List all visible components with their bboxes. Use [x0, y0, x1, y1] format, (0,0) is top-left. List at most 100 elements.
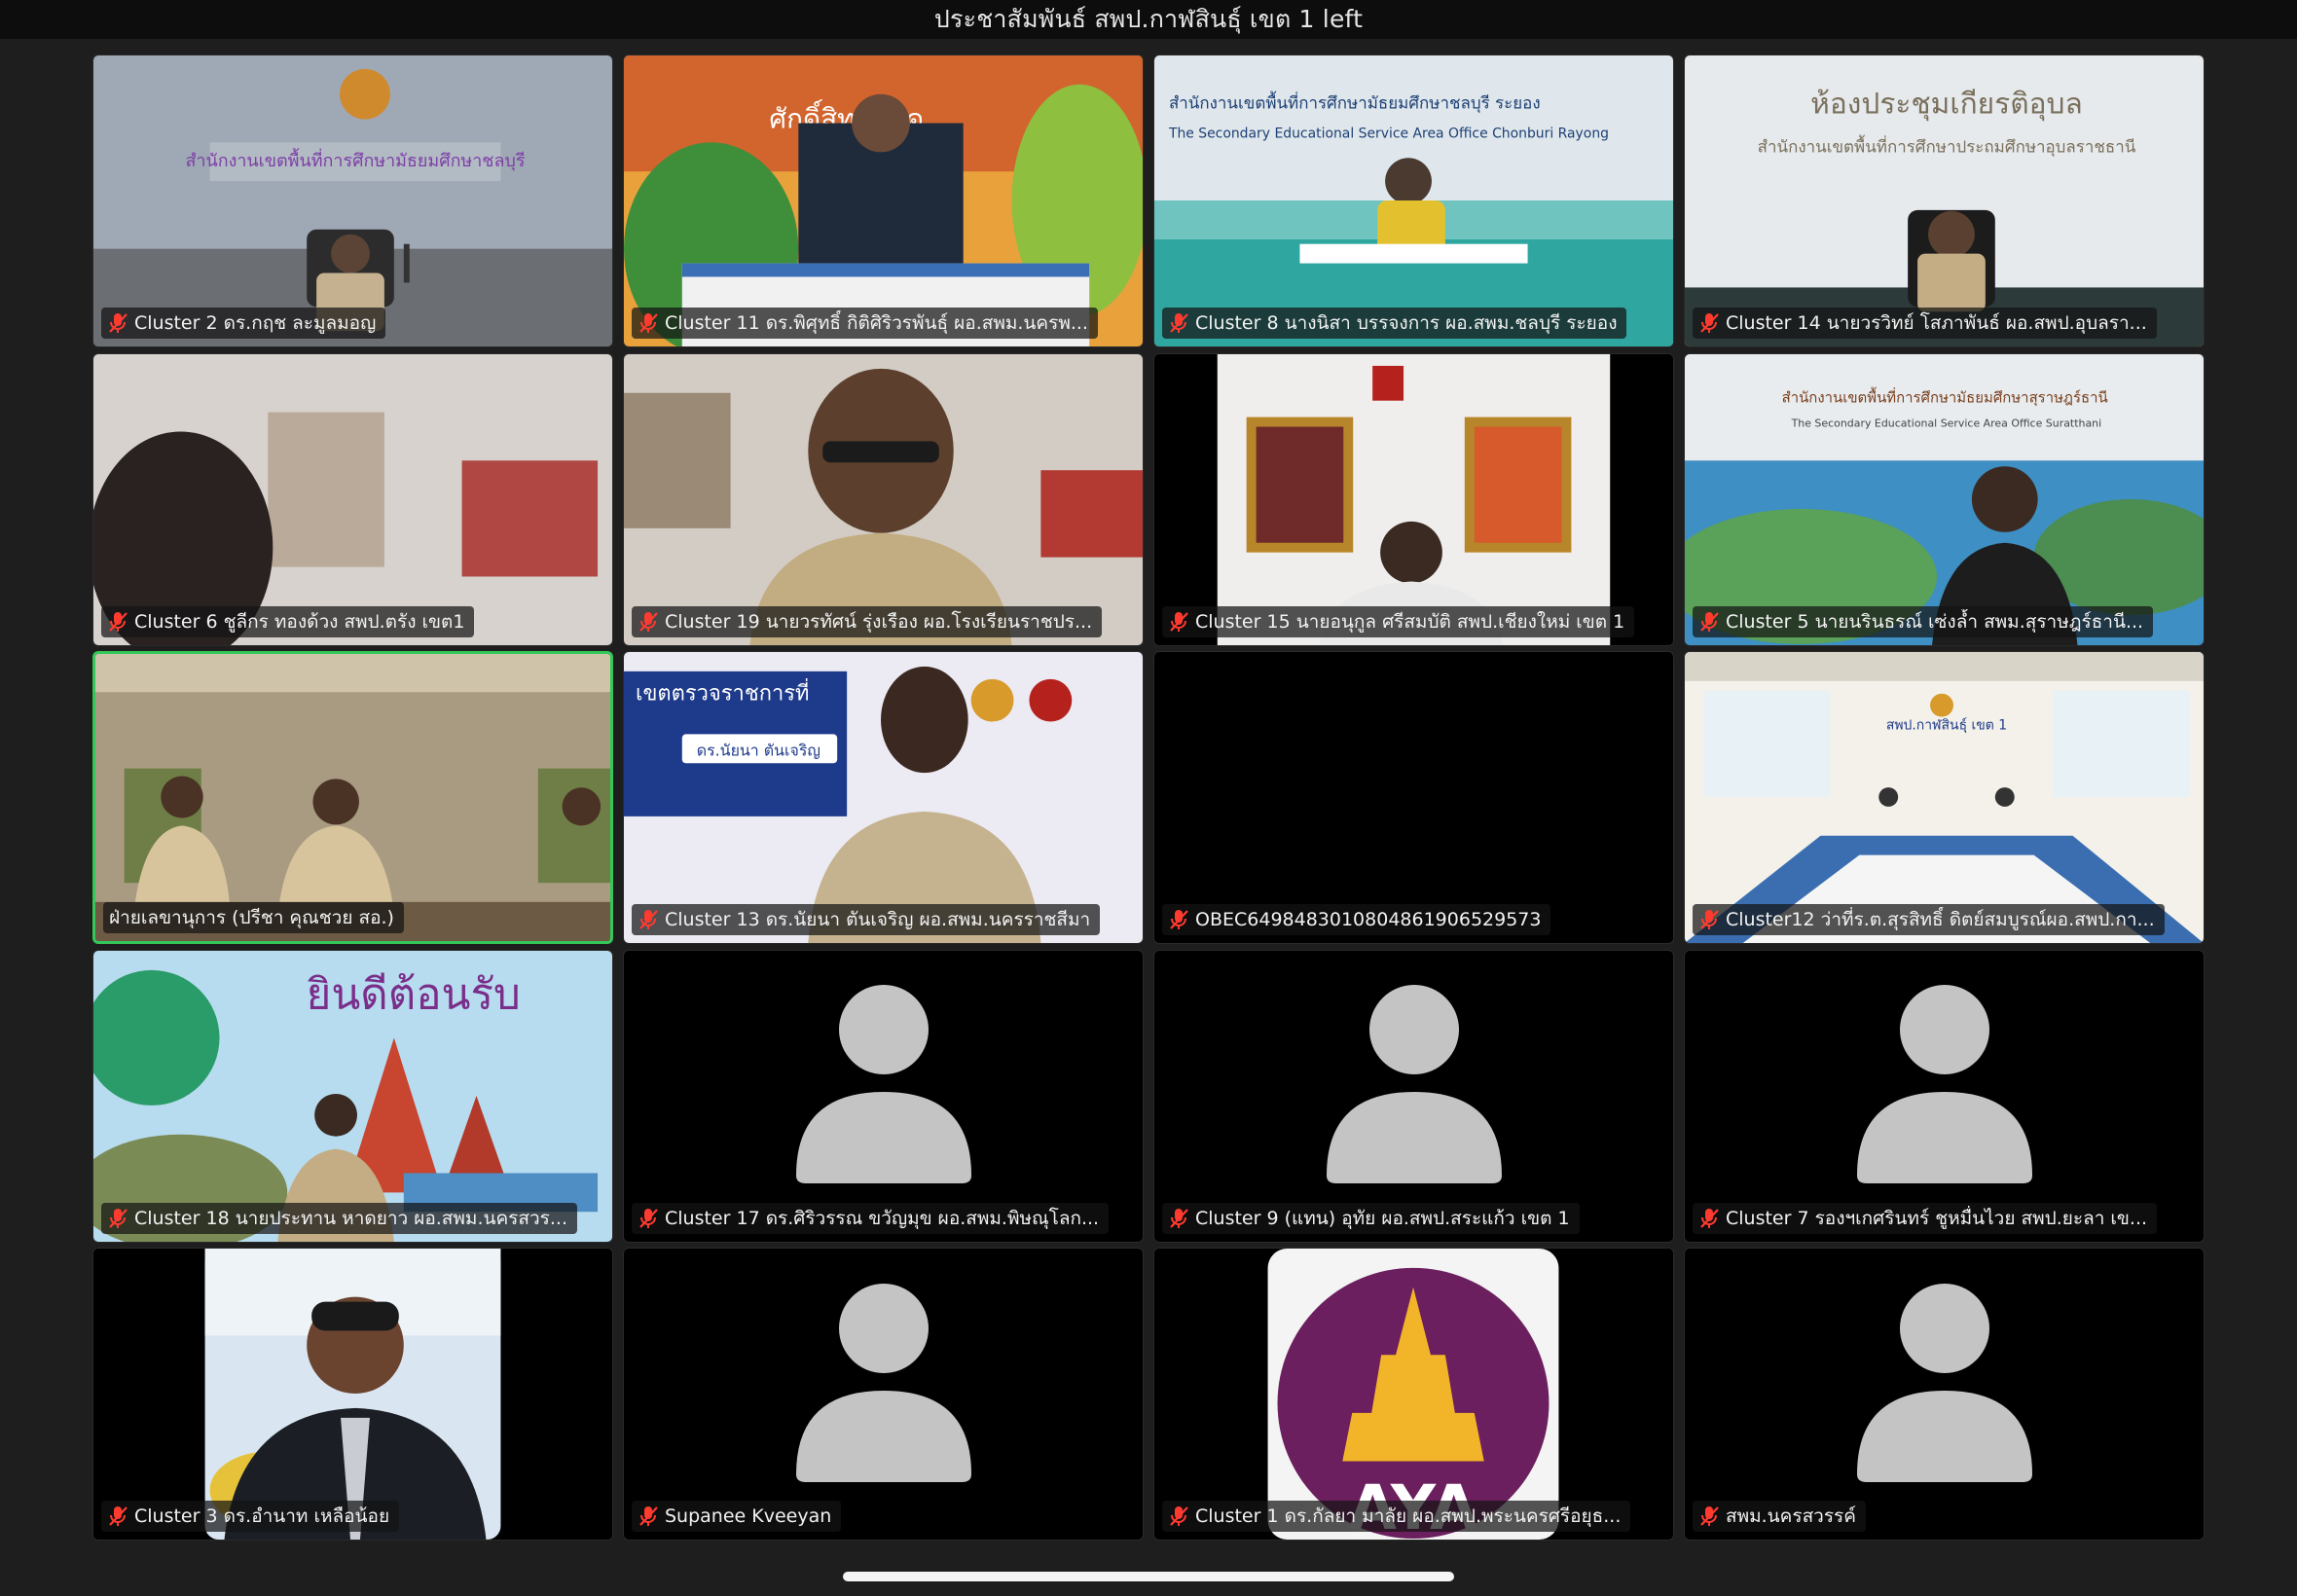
video-feed: AYA	[1154, 1249, 1673, 1540]
participant-name: Cluster 8 นางนิสา บรรจงการ ผอ.สพม.ชลบุรี…	[1195, 312, 1618, 334]
participant-name: Cluster 7 รองฯเกศรินทร์ ชูหมื่นไวย สพป.ย…	[1726, 1207, 2148, 1229]
mic-muted-icon	[639, 611, 658, 632]
video-feed: สำนักงานเขตพื้นที่การศึกษามัธยมศึกษาสุรา…	[1685, 353, 2204, 645]
mic-muted-icon	[1700, 611, 1719, 632]
video-feed: ยินดีต้อนรับ	[93, 950, 612, 1242]
bg-sign-text: สำนักงานเขตพื้นที่การศึกษามัธยมศึกษาชลบุ…	[186, 148, 526, 171]
participant-tile[interactable]: Cluster 19 นายวรทัศน์ รุ่งเรือง ผอ.โรงเร…	[623, 352, 1144, 646]
video-feed: ศักดิ์สิทธิ์ที่สุด	[624, 55, 1143, 346]
bg-sign-text-sub: สำนักงานเขตพื้นที่การศึกษาประถมศึกษาอุบล…	[1758, 134, 2136, 157]
participant-tile[interactable]: ยินดีต้อนรับ Cluster 18 นายประทาน หาดยาว…	[92, 949, 613, 1243]
participant-name-badge: Cluster12 ว่าที่ร.ต.สุรสิทธิ์ ดิตย์สมบูร…	[1693, 904, 2165, 935]
participant-name: Cluster 17 ดร.ศิริวรรณ ขวัญมุข ผอ.สพม.พิ…	[665, 1207, 1100, 1229]
video-feed	[1154, 353, 1673, 645]
participant-name: Cluster 5 นายนรินธรณ์ เซ่งล้ำ สพม.สุราษฎ…	[1726, 610, 2144, 633]
participant-tile[interactable]: สพป.กาฬสินธุ์ เขต 1 Cluster12 ว่าที่ร.ต.…	[1684, 651, 2205, 944]
participant-name-badge: Cluster 19 นายวรทัศน์ รุ่งเรือง ผอ.โรงเร…	[632, 605, 1103, 637]
participant-name-badge: Cluster 9 (แทน) อุทัย ผอ.สพป.สระแก้ว เขต…	[1162, 1202, 1580, 1234]
bg-sign-text-en: The Secondary Educational Service Area O…	[1168, 126, 1609, 141]
video-feed	[95, 654, 610, 941]
participant-name-badge: Cluster 7 รองฯเกศรินทร์ ชูหมื่นไวย สพป.ย…	[1693, 1202, 2158, 1234]
mic-muted-icon	[1700, 313, 1719, 333]
mic-muted-icon	[639, 1506, 658, 1526]
participant-tile[interactable]: Cluster 6 ชูลีกร ทองด้วง สพป.ตรัง เขต1	[92, 352, 613, 646]
participant-name: Cluster 11 ดร.พิศุทธิ์ กิติศิริวรพันธุ์ …	[665, 312, 1088, 334]
mic-muted-icon	[1170, 910, 1188, 929]
mic-muted-icon	[639, 313, 658, 333]
participant-name: OBEC6498483010804861906529573	[1195, 909, 1542, 930]
participant-name: Supanee Kveeyan	[665, 1505, 832, 1527]
mic-muted-icon	[109, 611, 128, 632]
participant-name-badge: Cluster 1 ดร.กัลยา มาลัย ผอ.สพป.พระนครศร…	[1162, 1501, 1631, 1532]
participant-tile-no-video[interactable]: Cluster 7 รองฯเกศรินทร์ ชูหมื่นไวย สพป.ย…	[1684, 949, 2205, 1243]
participant-name-badge: Cluster 8 นางนิสา บรรจงการ ผอ.สพม.ชลบุรี…	[1162, 308, 1627, 339]
participant-name: Cluster 6 ชูลีกร ทองด้วง สพป.ตรัง เขต1	[134, 610, 465, 633]
bg-sign-text: สำนักงานเขตพื้นที่การศึกษามัธยมศึกษาสุรา…	[1782, 386, 2108, 406]
participant-name: Cluster 18 นายประทาน หาดยาว ผอ.สพม.นครสว…	[134, 1207, 567, 1229]
participant-name-badge: Cluster 15 นายอนุกูล ศรีสมบัติ สพป.เชียง…	[1162, 605, 1635, 637]
home-indicator[interactable]	[843, 1572, 1454, 1581]
video-feed: สำนักงานเขตพื้นที่การศึกษามัธยมศึกษาชลบุ…	[1154, 55, 1673, 346]
mic-muted-icon	[109, 313, 128, 333]
participant-name: สพม.นครสวรรค์	[1726, 1505, 1856, 1527]
person-placeholder-icon	[1326, 985, 1502, 1184]
bg-banner-text: เขตตรวจราชการที่	[636, 679, 810, 707]
video-feed: เขตตรวจราชการที่ ดร.นัยนา ตันเจริญ	[624, 652, 1143, 943]
bg-sign-text: ห้องประชุมเกียรติอุบล	[1810, 88, 2083, 122]
mic-muted-icon	[1700, 1506, 1719, 1526]
mic-muted-icon	[639, 910, 658, 929]
participant-tile[interactable]: Cluster 15 นายอนุกูล ศรีสมบัติ สพป.เชียง…	[1153, 352, 1674, 646]
video-feed: สพป.กาฬสินธุ์ เขต 1	[1685, 652, 2204, 943]
video-feed: สำนักงานเขตพื้นที่การศึกษามัธยมศึกษาชลบุ…	[93, 55, 612, 346]
participant-tile[interactable]: ห้องประชุมเกียรติอุบล สำนักงานเขตพื้นที่…	[1684, 54, 2205, 347]
participant-name-badge: Cluster 6 ชูลีกร ทองด้วง สพป.ตรัง เขต1	[101, 605, 475, 637]
participant-tile-active-speaker[interactable]: ฝ่ายเลขานุการ (ปรีชา คุณชวย สอ.)	[92, 651, 613, 944]
mic-muted-icon	[1700, 910, 1719, 929]
mic-muted-icon	[1170, 313, 1188, 333]
mic-muted-icon	[109, 1208, 128, 1228]
video-feed	[624, 353, 1143, 645]
bg-banner-name: ดร.นัยนา ตันเจริญ	[697, 741, 820, 759]
participant-name-badge: OBEC6498483010804861906529573	[1162, 904, 1551, 935]
mic-muted-icon	[639, 1208, 658, 1228]
participant-tile[interactable]: สำนักงานเขตพื้นที่การศึกษามัธยมศึกษาชลบุ…	[92, 54, 613, 347]
participant-name-badge: Supanee Kveeyan	[632, 1501, 842, 1532]
participant-name-badge: Cluster 2 ดร.กฤช ละมูลมอญ	[101, 308, 386, 339]
bg-sign-text-en: The Secondary Educational Service Area O…	[1791, 417, 2102, 429]
participant-name: Cluster 1 ดร.กัลยา มาลัย ผอ.สพป.พระนครศร…	[1195, 1505, 1622, 1527]
participant-tile[interactable]: สำนักงานเขตพื้นที่การศึกษามัธยมศึกษาชลบุ…	[1153, 54, 1674, 347]
video-feed	[93, 1249, 612, 1540]
participant-tile[interactable]: สำนักงานเขตพื้นที่การศึกษามัธยมศึกษาสุรา…	[1684, 352, 2205, 646]
bg-banner-text: ยินดีต้อนรับ	[307, 969, 521, 1019]
participant-tile-no-video[interactable]: OBEC6498483010804861906529573	[1153, 651, 1674, 944]
participant-name: Cluster 3 ดร.อำนาท เหลือน้อย	[134, 1505, 390, 1527]
person-placeholder-icon	[1856, 1283, 2032, 1482]
person-placeholder-icon	[795, 985, 971, 1184]
participant-name: Cluster 9 (แทน) อุทัย ผอ.สพป.สระแก้ว เขต…	[1195, 1207, 1570, 1229]
participant-tile[interactable]: Cluster 3 ดร.อำนาท เหลือน้อย	[92, 1248, 613, 1541]
participant-tile-no-video[interactable]: Supanee Kveeyan	[623, 1248, 1144, 1541]
participant-name-badge: Cluster 5 นายนรินธรณ์ เซ่งล้ำ สพม.สุราษฎ…	[1693, 605, 2154, 637]
meeting-title-bar: ประชาสัมพันธ์ สพป.กาฬสินธุ์ เขต 1 left	[0, 0, 2297, 39]
video-feed: ห้องประชุมเกียรติอุบล สำนักงานเขตพื้นที่…	[1685, 55, 2204, 346]
participant-name: Cluster 19 นายวรทัศน์ รุ่งเรือง ผอ.โรงเร…	[665, 610, 1093, 633]
participant-name-badge: สพม.นครสวรรค์	[1693, 1501, 1866, 1532]
video-feed	[93, 353, 612, 645]
participant-grid: สำนักงานเขตพื้นที่การศึกษามัธยมศึกษาชลบุ…	[92, 54, 2206, 1541]
meeting-title: ประชาสัมพันธ์ สพป.กาฬสินธุ์ เขต 1 left	[933, 5, 1364, 33]
participant-tile-no-video[interactable]: Cluster 9 (แทน) อุทัย ผอ.สพป.สระแก้ว เขต…	[1153, 949, 1674, 1243]
participant-tile[interactable]: ศักดิ์สิทธิ์ที่สุด Cluster 11 ดร.พิศุทธิ…	[623, 54, 1144, 347]
participant-name-badge: Cluster 11 ดร.พิศุทธิ์ กิติศิริวรพันธุ์ …	[632, 308, 1098, 339]
participant-tile[interactable]: AYA Cluster 1 ดร.กัลยา มาลัย ผอ.สพป.พระน…	[1153, 1248, 1674, 1541]
participant-name-badge: Cluster 3 ดร.อำนาท เหลือน้อย	[101, 1501, 400, 1532]
participant-tile-no-video[interactable]: สพม.นครสวรรค์	[1684, 1248, 2205, 1541]
participant-tile-no-video[interactable]: Cluster 17 ดร.ศิริวรรณ ขวัญมุข ผอ.สพม.พิ…	[623, 949, 1144, 1243]
participant-name: Cluster 13 ดร.นัยนา ตันเจริญ ผอ.สพม.นครร…	[665, 909, 1091, 930]
mic-muted-icon	[1170, 611, 1188, 632]
participant-name-badge: Cluster 13 ดร.นัยนา ตันเจริญ ผอ.สพม.นครร…	[632, 904, 1101, 935]
person-placeholder-icon	[795, 1283, 971, 1482]
mic-muted-icon	[1700, 1208, 1719, 1228]
participant-tile[interactable]: เขตตรวจราชการที่ ดร.นัยนา ตันเจริญ Clust…	[623, 651, 1144, 944]
mic-muted-icon	[1170, 1506, 1188, 1526]
bg-sign-text: สำนักงานเขตพื้นที่การศึกษามัธยมศึกษาชลบุ…	[1169, 91, 1541, 114]
